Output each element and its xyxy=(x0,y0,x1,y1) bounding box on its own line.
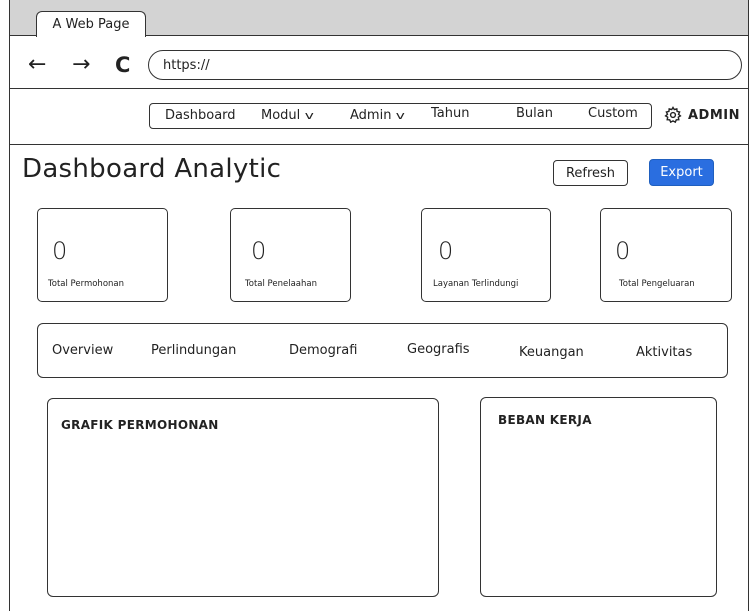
menu-label: Bulan xyxy=(516,106,553,121)
stat-card-total-permohonan: 0 Total Permohonan xyxy=(37,208,168,302)
stat-label: Total Penelaahan xyxy=(245,279,317,289)
browser-tab[interactable]: A Web Page xyxy=(36,11,146,37)
tab-geografis[interactable]: Geografis xyxy=(407,342,470,357)
tab-overview[interactable]: Overview xyxy=(52,343,113,358)
section-tabs: Overview Perlindungan Demografi Geografi… xyxy=(37,323,728,378)
menu-label: Admin xyxy=(350,108,392,123)
menu-item-bulan[interactable]: Bulan xyxy=(516,106,553,121)
stat-card-total-penelaahan: 0 Total Penelaahan xyxy=(230,208,351,302)
refresh-button[interactable]: Refresh xyxy=(553,160,628,186)
browser-tab-title: A Web Page xyxy=(52,17,130,32)
user-label[interactable]: ADMIN xyxy=(688,108,740,123)
back-arrow-icon[interactable]: ← xyxy=(28,52,46,78)
menu-item-modul[interactable]: Modul v xyxy=(261,108,315,123)
tab-perlindungan[interactable]: Perlindungan xyxy=(151,343,236,358)
url-input[interactable] xyxy=(163,57,741,73)
stat-value: 0 xyxy=(52,237,68,265)
stat-card-layanan-terlindungi: 0 Layanan Terlindungi xyxy=(421,208,551,302)
grafik-permohonan-panel: GRAFIK PERMOHONAN xyxy=(47,398,439,597)
page-title: Dashboard Analytic xyxy=(22,154,282,184)
export-button[interactable]: Export xyxy=(649,159,714,186)
gear-icon[interactable] xyxy=(664,106,682,124)
divider xyxy=(10,88,748,89)
divider xyxy=(146,35,748,36)
tab-demografi[interactable]: Demografi xyxy=(289,343,357,358)
tab-aktivitas[interactable]: Aktivitas xyxy=(636,345,692,360)
forward-arrow-icon[interactable]: → xyxy=(72,52,90,78)
menu-item-admin[interactable]: Admin v xyxy=(350,108,406,123)
menu-label: Tahun xyxy=(431,106,470,121)
divider xyxy=(10,144,748,145)
address-bar[interactable] xyxy=(148,50,742,80)
menu-item-dashboard[interactable]: Dashboard xyxy=(165,108,236,123)
stat-value: 0 xyxy=(251,237,267,265)
stat-card-total-pengeluaran: 0 Total Pengeluaran xyxy=(600,208,732,302)
menu-label: Custom xyxy=(588,106,638,121)
reload-icon[interactable]: C xyxy=(115,52,130,78)
tab-keuangan[interactable]: Keuangan xyxy=(519,345,584,360)
menu-item-tahun[interactable]: Tahun xyxy=(431,106,469,121)
menu-item-custom[interactable]: Custom xyxy=(588,106,638,121)
stat-label: Total Permohonan xyxy=(48,279,125,289)
menu-label: Dashboard xyxy=(165,108,236,123)
stat-value: 0 xyxy=(615,237,631,265)
panel-title: BEBAN KERJA xyxy=(498,413,592,427)
chevron-down-icon: v xyxy=(304,109,315,122)
stat-value: 0 xyxy=(438,237,454,265)
divider xyxy=(10,35,36,36)
stat-label: Layanan Terlindungi xyxy=(433,279,519,289)
top-menu: Dashboard Modul v Admin v Tahun Bulan Cust… xyxy=(149,103,652,129)
stat-label: Total Pengeluaran xyxy=(619,279,695,289)
menu-label: Modul xyxy=(261,108,301,123)
beban-kerja-panel: BEBAN KERJA xyxy=(480,397,717,597)
chevron-down-icon: v xyxy=(396,109,406,122)
panel-title: GRAFIK PERMOHONAN xyxy=(61,418,219,432)
